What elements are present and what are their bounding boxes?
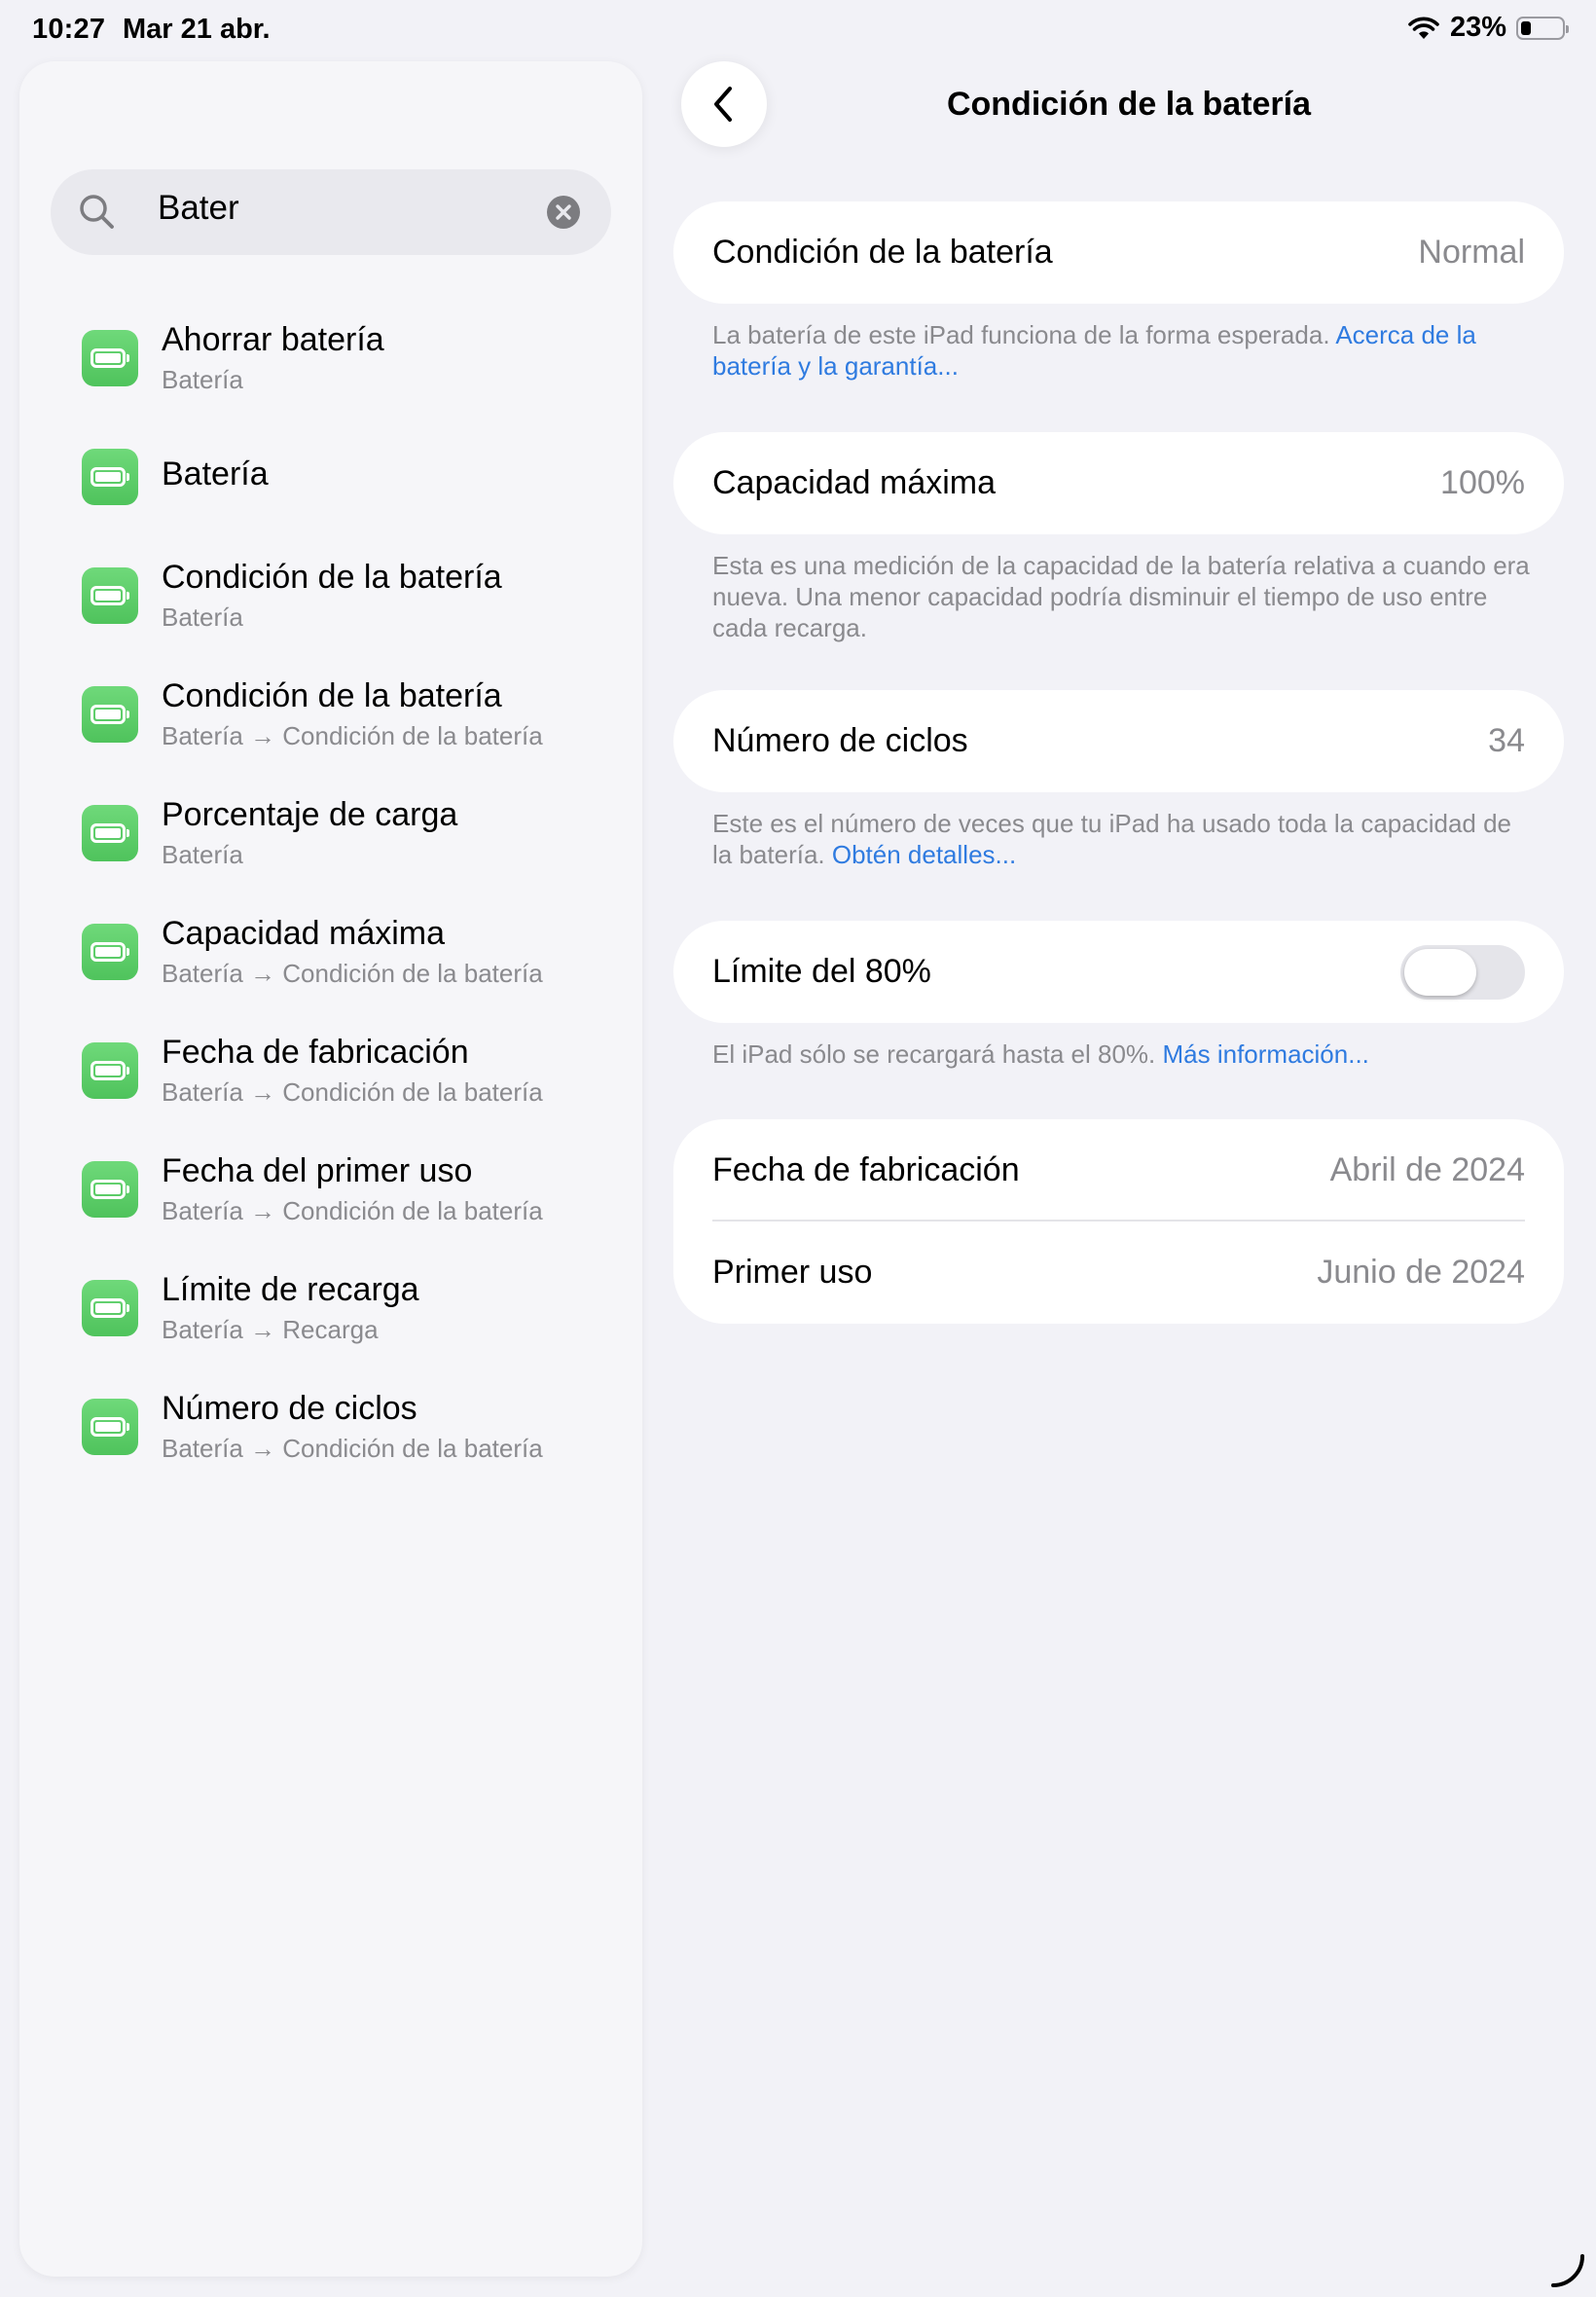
search-result-title: Porcentaje de carga — [162, 796, 458, 833]
battery-settings-icon — [82, 449, 138, 505]
search-result-path: Batería → Condición de la batería — [162, 959, 543, 988]
more-info-link[interactable]: Más información... — [1162, 1039, 1368, 1069]
battery-settings-icon — [82, 1399, 138, 1455]
battery-percent: 23% — [1449, 12, 1506, 43]
capacity-footer: Esta es una medición de la capacidad de … — [712, 551, 1530, 642]
capacity-card: Capacidad máxima 100% — [673, 432, 1564, 534]
search-field[interactable]: Bater — [51, 169, 611, 255]
toggle-knob — [1404, 949, 1476, 996]
cycles-details-link[interactable]: Obtén detalles... — [832, 840, 1016, 869]
home-indicator-arc — [1551, 2254, 1584, 2287]
search-result-title: Batería — [162, 456, 269, 492]
condition-card: Condición de la batería Normal — [673, 201, 1564, 304]
capacity-row: Capacidad máxima 100% — [673, 432, 1564, 534]
condition-row: Condición de la batería Normal — [673, 201, 1564, 304]
limit-label: Límite del 80% — [712, 953, 931, 990]
search-result-path: Batería → Condición de la batería — [162, 1196, 543, 1225]
battery-settings-icon — [82, 330, 138, 386]
cycles-card: Número de ciclos 34 — [673, 690, 1564, 792]
battery-settings-icon — [82, 567, 138, 624]
search-result-path: Batería → Condición de la batería — [162, 721, 543, 750]
limit-card: Límite del 80% — [673, 921, 1564, 1023]
search-result-path: Batería → Recarga — [162, 1315, 379, 1344]
dates-card: Fecha de fabricación Abril de 2024 Prime… — [673, 1119, 1564, 1324]
first-use-value: Junio de 2024 — [1317, 1254, 1525, 1291]
search-result-title: Capacidad máxima — [162, 915, 446, 952]
search-result-title: Ahorrar batería — [162, 321, 384, 358]
limit-80-toggle[interactable] — [1400, 945, 1525, 1000]
limit-footer-text: El iPad sólo se recargará hasta el 80%. — [712, 1039, 1163, 1069]
manufacture-value: Abril de 2024 — [1329, 1151, 1525, 1188]
battery-level-fill — [1521, 20, 1531, 35]
battery-settings-icon — [82, 1280, 138, 1336]
search-result-title: Fecha de fabricación — [162, 1034, 469, 1071]
capacity-value: 100% — [1440, 464, 1525, 501]
search-icon — [80, 195, 114, 229]
search-result-path: Batería — [162, 602, 243, 632]
search-result-item[interactable]: Porcentaje de carga Batería — [19, 773, 642, 892]
chevron-left-icon — [714, 87, 732, 122]
search-result-title: Condición de la batería — [162, 559, 502, 596]
battery-icon — [1516, 16, 1569, 40]
search-result-item[interactable]: Condición de la batería Batería — [19, 535, 642, 654]
manufacture-row: Fecha de fabricación Abril de 2024 — [673, 1119, 1564, 1221]
cycles-footer: Este es el número de veces que tu iPad h… — [712, 808, 1530, 870]
search-result-path: Batería — [162, 365, 243, 394]
search-result-path: Batería → Condición de la batería — [162, 1434, 543, 1463]
condition-footer: La batería de este iPad funciona de la f… — [712, 319, 1530, 382]
search-result-item[interactable]: Fecha del primer uso Batería → Condición … — [19, 1129, 642, 1248]
search-result-item[interactable]: Fecha de fabricación Batería → Condición … — [19, 1010, 642, 1129]
battery-settings-icon — [82, 686, 138, 743]
first-use-row: Primer uso Junio de 2024 — [673, 1221, 1564, 1324]
search-result-title: Fecha del primer uso — [162, 1152, 473, 1189]
battery-settings-icon — [82, 1161, 138, 1218]
search-results: Ahorrar batería Batería Batería Condición d… — [19, 298, 642, 1485]
sidebar: Bater Ahorrar batería Batería Batería Condi… — [19, 61, 642, 2277]
search-result-item[interactable]: Ahorrar batería Batería — [19, 298, 642, 417]
search-result-item[interactable]: Número de ciclos Batería → Condición de l… — [19, 1367, 642, 1485]
battery-settings-icon — [82, 924, 138, 980]
search-result-path: Batería — [162, 840, 243, 869]
search-result-item[interactable]: Capacidad máxima Batería → Condición de l… — [19, 892, 642, 1010]
back-button[interactable] — [681, 61, 767, 147]
status-date: Mar 21 abr. — [123, 14, 271, 45]
limit-row: Límite del 80% — [673, 921, 1564, 1023]
status-right: 23% — [1407, 12, 1569, 44]
wifi-icon — [1408, 17, 1439, 39]
search-result-item[interactable]: Límite de recarga Batería → Recarga — [19, 1248, 642, 1367]
first-use-label: Primer uso — [712, 1254, 873, 1291]
condition-label: Condición de la batería — [712, 234, 1053, 271]
search-result-path: Batería → Condición de la batería — [162, 1077, 543, 1107]
clear-search-icon[interactable] — [547, 196, 580, 229]
limit-footer: El iPad sólo se recargará hasta el 80%. … — [712, 1039, 1530, 1070]
search-result-title: Límite de recarga — [162, 1271, 419, 1308]
cycles-label: Número de ciclos — [712, 722, 968, 759]
battery-settings-icon — [82, 805, 138, 861]
manufacture-label: Fecha de fabricación — [712, 1151, 1020, 1188]
cycles-value: 34 — [1488, 722, 1525, 759]
capacity-label: Capacidad máxima — [712, 464, 997, 501]
search-input[interactable]: Bater — [158, 189, 239, 228]
battery-settings-icon — [82, 1042, 138, 1099]
search-result-title: Condición de la batería — [162, 677, 502, 714]
search-result-item[interactable]: Batería — [19, 417, 642, 535]
cycles-row: Número de ciclos 34 — [673, 690, 1564, 792]
condition-value: Normal — [1418, 234, 1525, 271]
status-time: 10:27 — [32, 14, 106, 45]
status-bar: 10:27 Mar 21 abr. 23% — [0, 0, 1596, 58]
condition-footer-text: La batería de este iPad funciona de la f… — [712, 320, 1336, 349]
search-result-item[interactable]: Condición de la batería Batería → Condici… — [19, 654, 642, 773]
search-result-title: Número de ciclos — [162, 1390, 417, 1427]
page-title: Condición de la batería — [946, 86, 1312, 123]
